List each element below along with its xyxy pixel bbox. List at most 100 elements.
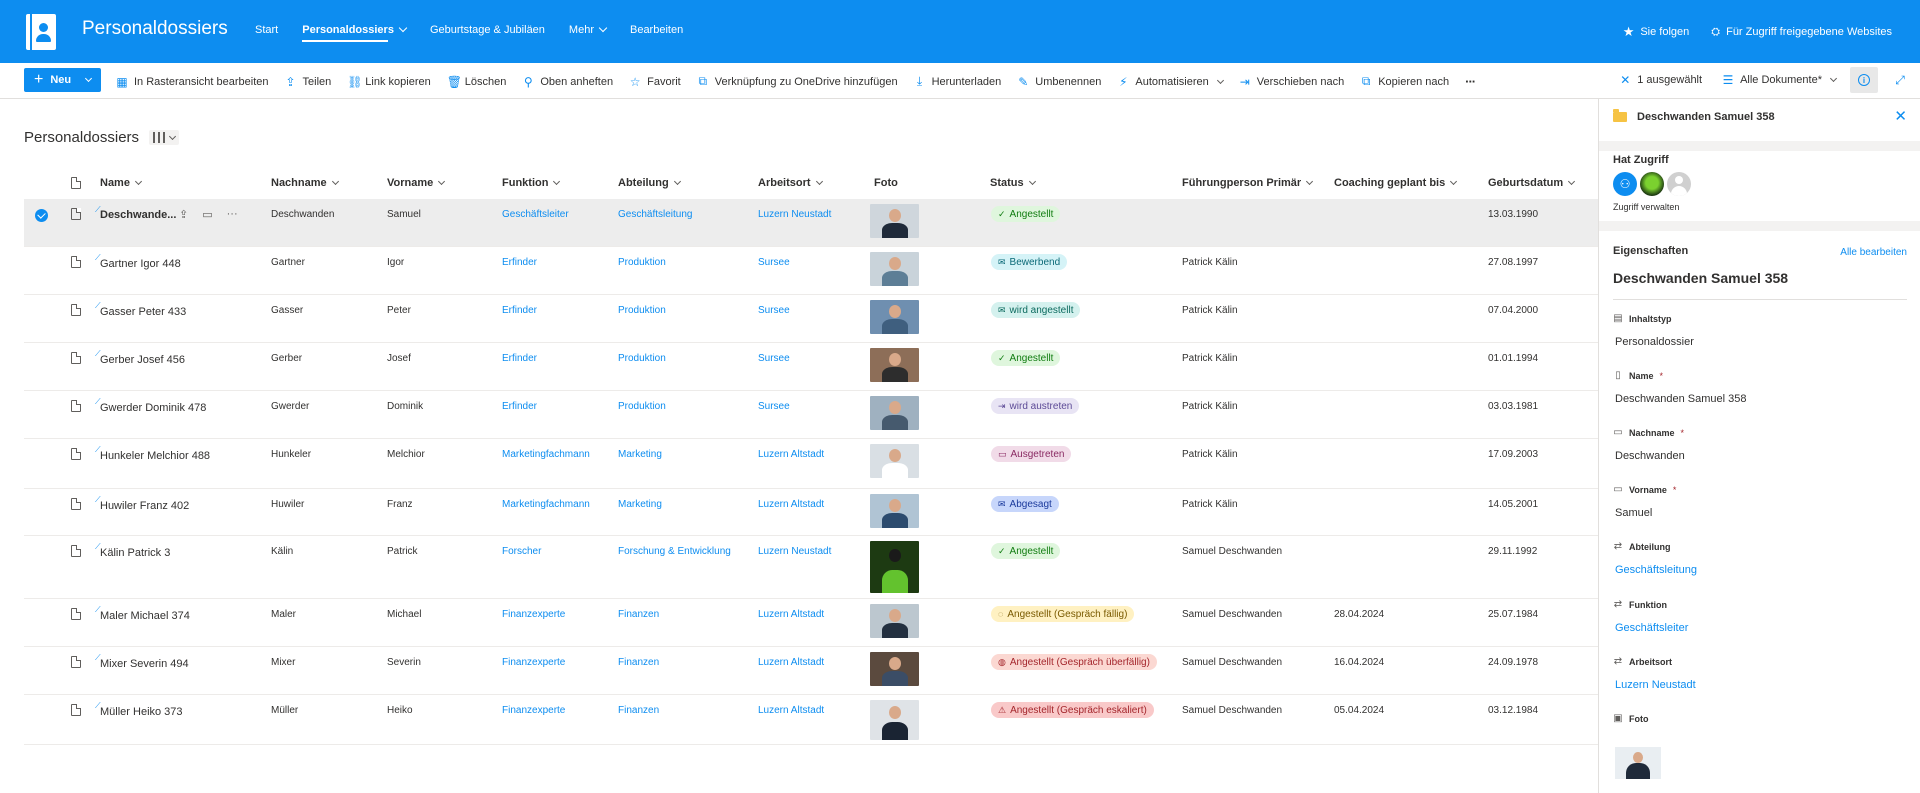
property-value[interactable]: Samuel bbox=[1613, 507, 1907, 519]
column-header-status[interactable]: Status bbox=[990, 177, 1036, 189]
cell-arbeitsort[interactable]: Luzern Neustadt bbox=[758, 209, 831, 220]
cell-arbeitsort[interactable]: Sursee bbox=[758, 353, 790, 364]
command-7[interactable]: ⤓ Herunterladen bbox=[914, 74, 1001, 89]
avatar-group-icon[interactable]: ⚇ bbox=[1613, 172, 1637, 196]
photo-thumbnail[interactable] bbox=[870, 652, 919, 686]
photo-thumbnail[interactable] bbox=[870, 604, 919, 638]
command-3[interactable]: 🗑 Löschen bbox=[447, 74, 507, 89]
photo-thumbnail[interactable] bbox=[870, 348, 919, 382]
cell-funktion[interactable]: Erfinder bbox=[502, 353, 537, 364]
follow-button[interactable]: ★ Sie folgen bbox=[1623, 24, 1690, 40]
table-row[interactable]: ⟋ Mixer Severin 494 Mixer Severin Finanzexpe… bbox=[24, 647, 1598, 695]
cell-name[interactable]: Gwerder Dominik 478 bbox=[100, 402, 206, 414]
cell-arbeitsort[interactable]: Luzern Altstadt bbox=[758, 705, 824, 716]
property-value[interactable]: Luzern Neustadt bbox=[1613, 679, 1907, 691]
column-header-coaching[interactable]: Coaching geplant bis bbox=[1334, 177, 1458, 189]
cell-abteilung[interactable]: Produktion bbox=[618, 353, 666, 364]
cell-abteilung[interactable]: Forschung & Entwicklung bbox=[618, 546, 731, 557]
cell-abteilung[interactable]: Finanzen bbox=[618, 705, 659, 716]
edit-all-link[interactable]: Alle bearbeiten bbox=[1840, 247, 1907, 258]
property-value[interactable]: Deschwanden Samuel 358 bbox=[1613, 393, 1907, 405]
table-row[interactable]: ⟋ Deschwande... ⇪ ▭ ··· Deschwanden Samuel Gesc… bbox=[24, 199, 1598, 247]
cell-funktion[interactable]: Forscher bbox=[502, 546, 541, 557]
cell-name[interactable]: Gartner Igor 448 bbox=[100, 258, 181, 270]
cell-arbeitsort[interactable]: Sursee bbox=[758, 257, 790, 268]
table-row[interactable]: ⟋ Gerber Josef 456 Gerber Josef Erfinder Prod… bbox=[24, 343, 1598, 391]
nav-item-4[interactable]: Bearbeiten bbox=[630, 24, 683, 42]
cell-arbeitsort[interactable]: Sursee bbox=[758, 401, 790, 412]
cell-abteilung[interactable]: Finanzen bbox=[618, 609, 659, 620]
column-header-nachname[interactable]: Nachname bbox=[271, 177, 339, 189]
cell-abteilung[interactable]: Marketing bbox=[618, 449, 662, 460]
command-12[interactable]: ··· bbox=[1465, 74, 1476, 89]
cell-name[interactable]: Huwiler Franz 402 bbox=[100, 500, 189, 512]
table-row[interactable]: ⟋ Kälin Patrick 3 Kälin Patrick Forscher Fors… bbox=[24, 536, 1598, 599]
table-row[interactable]: ⟋ Müller Heiko 373 Müller Heiko Finanzexpert… bbox=[24, 695, 1598, 745]
cell-name[interactable]: Hunkeler Melchior 488 bbox=[100, 450, 210, 462]
more-icon[interactable]: ··· bbox=[227, 208, 238, 221]
cell-abteilung[interactable]: Geschäftsleitung bbox=[618, 209, 693, 220]
cell-funktion[interactable]: Geschäftsleiter bbox=[502, 209, 569, 220]
command-6[interactable]: ⧉ Verknüpfung zu OneDrive hinzufügen bbox=[697, 74, 897, 89]
photo-thumbnail[interactable] bbox=[870, 700, 919, 740]
column-header-abteilung[interactable]: Abteilung bbox=[618, 177, 681, 189]
cell-name[interactable]: Gasser Peter 433 bbox=[100, 306, 186, 318]
command-5[interactable]: ☆ Favorit bbox=[629, 74, 681, 89]
table-row[interactable]: ⟋ Maler Michael 374 Maler Michael Finanzexpe… bbox=[24, 599, 1598, 647]
table-row[interactable]: ⟋ Hunkeler Melchior 488 Hunkeler Melchior Ma… bbox=[24, 439, 1598, 489]
cell-arbeitsort[interactable]: Luzern Altstadt bbox=[758, 657, 824, 668]
photo-thumbnail[interactable] bbox=[870, 252, 919, 286]
cell-abteilung[interactable]: Marketing bbox=[618, 499, 662, 510]
cell-name[interactable]: Mixer Severin 494 bbox=[100, 658, 189, 670]
command-2[interactable]: ⛓ Link kopieren bbox=[347, 74, 430, 89]
photo-thumbnail[interactable] bbox=[870, 444, 919, 478]
photo-thumbnail[interactable] bbox=[870, 396, 919, 430]
site-logo-icon[interactable] bbox=[26, 14, 56, 50]
command-11[interactable]: ⧉ Kopieren nach bbox=[1360, 74, 1449, 89]
cell-arbeitsort[interactable]: Luzern Altstadt bbox=[758, 449, 824, 460]
cell-funktion[interactable]: Marketingfachmann bbox=[502, 449, 590, 460]
cell-abteilung[interactable]: Finanzen bbox=[618, 657, 659, 668]
column-header-name[interactable]: Name bbox=[100, 177, 143, 189]
photo-thumbnail[interactable] bbox=[870, 300, 919, 334]
column-header-funktion[interactable]: Funktion bbox=[502, 177, 561, 189]
cell-arbeitsort[interactable]: Luzern Altstadt bbox=[758, 499, 824, 510]
clear-selection-button[interactable]: ✕ 1 ausgewählt bbox=[1619, 68, 1702, 92]
new-button[interactable]: + Neu bbox=[24, 68, 101, 92]
close-pane-button[interactable]: ✕ bbox=[1894, 107, 1907, 125]
avatar-placeholder-icon[interactable] bbox=[1667, 172, 1691, 196]
command-10[interactable]: ⇥ Verschieben nach bbox=[1239, 74, 1344, 89]
nav-item-0[interactable]: Start bbox=[255, 24, 278, 42]
view-switcher[interactable]: ☰ Alle Dokumente* bbox=[1722, 68, 1838, 92]
nav-item-3[interactable]: Mehr bbox=[569, 23, 608, 42]
column-header-foto[interactable]: Foto bbox=[874, 177, 898, 189]
cell-abteilung[interactable]: Produktion bbox=[618, 257, 666, 268]
cell-arbeitsort[interactable]: Luzern Neustadt bbox=[758, 546, 831, 557]
cell-funktion[interactable]: Erfinder bbox=[502, 401, 537, 412]
row-checkmark-icon[interactable] bbox=[35, 209, 48, 222]
cell-funktion[interactable]: Finanzexperte bbox=[502, 705, 565, 716]
cell-name[interactable]: Müller Heiko 373 bbox=[100, 706, 183, 718]
share-icon[interactable]: ⇪ bbox=[179, 208, 188, 221]
cell-funktion[interactable]: Erfinder bbox=[502, 305, 537, 316]
photo-thumbnail[interactable] bbox=[870, 494, 919, 528]
photo-thumbnail[interactable] bbox=[1615, 747, 1661, 779]
command-8[interactable]: ✎ Umbenennen bbox=[1017, 74, 1101, 89]
cell-funktion[interactable]: Erfinder bbox=[502, 257, 537, 268]
activity-icon[interactable]: ▭ bbox=[202, 208, 212, 221]
cell-name[interactable]: Deschwande... bbox=[100, 209, 176, 221]
cell-arbeitsort[interactable]: Sursee bbox=[758, 305, 790, 316]
manage-access-link[interactable]: Zugriff verwalten bbox=[1613, 202, 1679, 212]
column-header-geburtsdatum[interactable]: Geburtsdatum bbox=[1488, 177, 1576, 189]
cell-abteilung[interactable]: Produktion bbox=[618, 305, 666, 316]
nav-item-2[interactable]: Geburtstage & Jubiläen bbox=[430, 24, 545, 42]
site-title[interactable]: Personaldossiers bbox=[82, 18, 228, 40]
cell-name[interactable]: Kälin Patrick 3 bbox=[100, 547, 170, 559]
cell-name[interactable]: Maler Michael 374 bbox=[100, 610, 190, 622]
table-row[interactable]: ⟋ Gwerder Dominik 478 Gwerder Dominik Erfind… bbox=[24, 391, 1598, 439]
column-header-fuehrung[interactable]: Führungperson Primär bbox=[1182, 177, 1314, 189]
shared-sites-button[interactable]: ⛭ Für Zugriff freigegebene Websites bbox=[1711, 24, 1892, 40]
cell-funktion[interactable]: Marketingfachmann bbox=[502, 499, 590, 510]
cell-arbeitsort[interactable]: Luzern Altstadt bbox=[758, 609, 824, 620]
cell-abteilung[interactable]: Produktion bbox=[618, 401, 666, 412]
